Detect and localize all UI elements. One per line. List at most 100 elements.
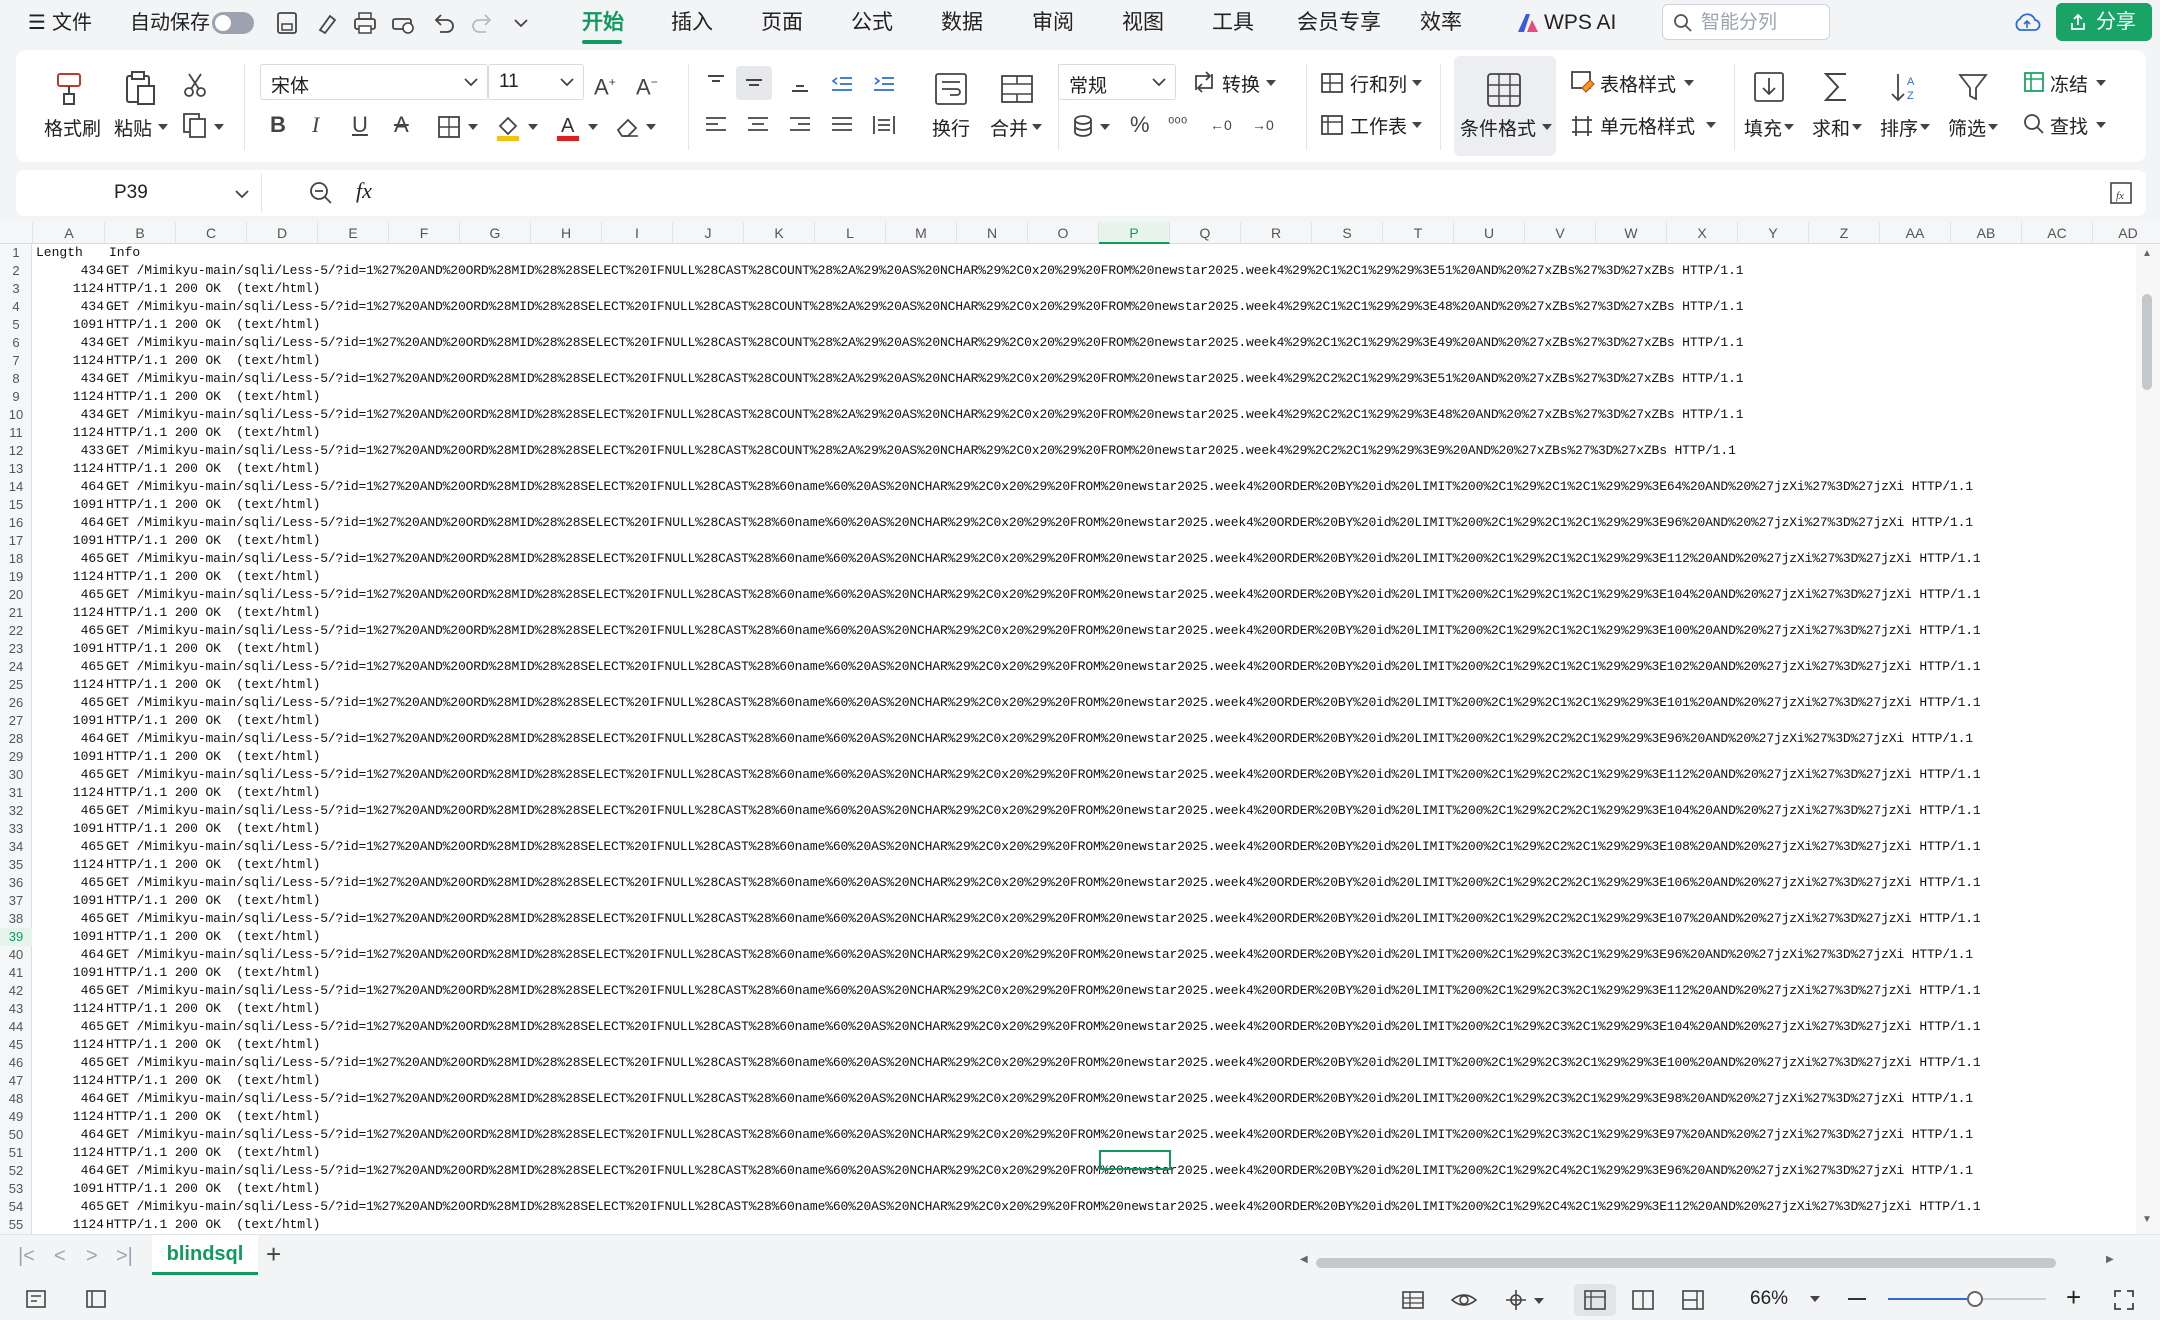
row-header[interactable]: 7 [0,352,32,370]
length-cell[interactable]: 1091 [33,316,104,334]
next-sheet-icon[interactable]: > [86,1241,98,1271]
length-cell[interactable]: 464 [33,1126,104,1144]
name-box[interactable]: P39 [20,174,262,212]
smart-search-box[interactable]: 智能分列 [1662,4,1830,40]
column-header-t[interactable]: T [1383,222,1454,244]
info-cell[interactable]: HTTP/1.1 200 OK (text/html) [106,856,320,874]
format-painter-label[interactable]: 格式刷 [44,114,101,141]
row-header[interactable]: 42 [0,982,32,1000]
info-cell[interactable]: GET /Mimikyu-main/sqli/Less-5/?id=1%27%2… [106,442,1736,460]
column-header-m[interactable]: M [886,222,957,244]
length-cell[interactable]: 1091 [33,748,104,766]
length-cell[interactable]: 465 [33,1054,104,1072]
wrap-text-label[interactable]: 换行 [932,114,970,141]
macro-record-icon[interactable] [24,1288,48,1310]
row-header[interactable]: 43 [0,1000,32,1018]
row-header[interactable]: 27 [0,712,32,730]
zoom-slider[interactable] [1888,1291,2046,1307]
select-all-corner[interactable] [0,222,33,244]
row-header[interactable]: 32 [0,802,32,820]
info-cell[interactable]: HTTP/1.1 200 OK (text/html) [106,388,320,406]
row-header[interactable]: 6 [0,334,32,352]
undo-icon[interactable] [428,8,458,38]
row-header[interactable]: 28 [0,730,32,748]
row-header[interactable]: 37 [0,892,32,910]
info-cell[interactable]: HTTP/1.1 200 OK (text/html) [106,928,320,946]
length-cell[interactable]: 1091 [33,640,104,658]
row-header[interactable]: 2 [0,262,32,280]
file-menu[interactable]: 文件 [52,8,92,38]
find-dropdown-icon[interactable] [2096,122,2106,128]
worksheet-icon[interactable] [1318,112,1346,138]
merge-cells-label[interactable]: 合并 [990,114,1028,141]
info-cell[interactable]: GET /Mimikyu-main/sqli/Less-5/?id=1%27%2… [106,406,1744,424]
info-cell[interactable]: HTTP/1.1 200 OK (text/html) [106,352,320,370]
align-center-icon[interactable] [744,112,772,138]
info-cell[interactable]: HTTP/1.1 200 OK (text/html) [106,280,320,298]
sort-label[interactable]: 排序 [1880,114,1918,141]
worksheet-label[interactable]: 工作表 [1350,112,1407,139]
tab-view[interactable]: 视图 [1122,8,1164,38]
format-painter-icon[interactable] [50,68,90,108]
column-header-aa[interactable]: AA [1880,222,1951,244]
info-cell[interactable]: GET /Mimikyu-main/sqli/Less-5/?id=1%27%2… [106,658,1981,676]
info-cell[interactable]: GET /Mimikyu-main/sqli/Less-5/?id=1%27%2… [106,262,1744,280]
freeze-icon[interactable] [2022,70,2046,94]
cell-style-label[interactable]: 单元格样式 [1600,112,1695,139]
paste-dropdown-icon[interactable] [158,124,168,130]
length-cell[interactable]: 1124 [33,1036,104,1054]
scroll-left-icon[interactable]: ◀ [1300,1254,1308,1265]
row-header[interactable]: 29 [0,748,32,766]
decrease-font-icon[interactable]: A− [636,67,658,102]
increase-indent-icon[interactable] [870,70,898,96]
last-sheet-icon[interactable]: >| [116,1241,133,1271]
length-cell[interactable]: 1124 [33,460,104,478]
info-cell[interactable]: HTTP/1.1 200 OK (text/html) [106,1036,320,1054]
info-cell[interactable]: GET /Mimikyu-main/sqli/Less-5/?id=1%27%2… [106,946,1973,964]
increase-decimal-icon[interactable]: ←0 [1210,110,1232,140]
length-cell[interactable]: 464 [33,478,104,496]
length-cell[interactable]: 464 [33,514,104,532]
info-cell[interactable]: GET /Mimikyu-main/sqli/Less-5/?id=1%27%2… [106,586,1981,604]
border-icon[interactable] [436,114,462,140]
percent-icon[interactable]: % [1130,110,1150,140]
tab-member[interactable]: 会员专享 [1297,8,1381,38]
column-header-h[interactable]: H [531,222,602,244]
tab-page[interactable]: 页面 [761,8,803,38]
row-header[interactable]: 5 [0,316,32,334]
fx-icon[interactable]: fx [356,178,372,204]
sum-dropdown-icon[interactable] [1852,124,1862,130]
row-header[interactable]: 18 [0,550,32,568]
info-cell[interactable]: GET /Mimikyu-main/sqli/Less-5/?id=1%27%2… [106,874,1981,892]
prev-sheet-icon[interactable]: < [54,1241,66,1271]
length-cell[interactable]: 465 [33,802,104,820]
column-header-o[interactable]: O [1028,222,1099,244]
row-header[interactable]: 3 [0,280,32,298]
fill-color-icon[interactable] [494,112,522,142]
column-header-ac[interactable]: AC [2022,222,2093,244]
column-header-l[interactable]: L [815,222,886,244]
cell-style-dropdown-icon[interactable] [1706,122,1716,128]
currency-dropdown-icon[interactable] [1100,124,1110,130]
italic-icon[interactable]: I [312,110,319,140]
paste-icon[interactable] [120,68,160,108]
scroll-right-icon[interactable]: ▶ [2106,1254,2114,1265]
fullscreen-icon[interactable] [2112,1288,2136,1312]
info-cell[interactable]: GET /Mimikyu-main/sqli/Less-5/?id=1%27%2… [106,910,1981,928]
font-name-select[interactable]: 宋体 [260,64,488,100]
print-icon[interactable] [350,8,380,38]
tab-formula[interactable]: 公式 [851,8,893,38]
info-cell[interactable]: GET /Mimikyu-main/sqli/Less-5/?id=1%27%2… [106,730,1973,748]
copy-icon[interactable] [180,110,210,140]
tab-data[interactable]: 数据 [941,8,983,38]
info-cell[interactable]: HTTP/1.1 200 OK (text/html) [106,964,320,982]
length-cell[interactable]: 1124 [33,1144,104,1162]
row-header[interactable]: 41 [0,964,32,982]
length-cell[interactable]: 434 [33,406,104,424]
length-cell[interactable]: 1124 [33,1216,104,1234]
column-header-a[interactable]: A [34,222,105,244]
scroll-down-icon[interactable]: ▼ [2142,1214,2152,1225]
row-header[interactable]: 45 [0,1036,32,1054]
column-header-p[interactable]: P [1099,222,1170,244]
info-cell[interactable]: GET /Mimikyu-main/sqli/Less-5/?id=1%27%2… [106,1054,1981,1072]
